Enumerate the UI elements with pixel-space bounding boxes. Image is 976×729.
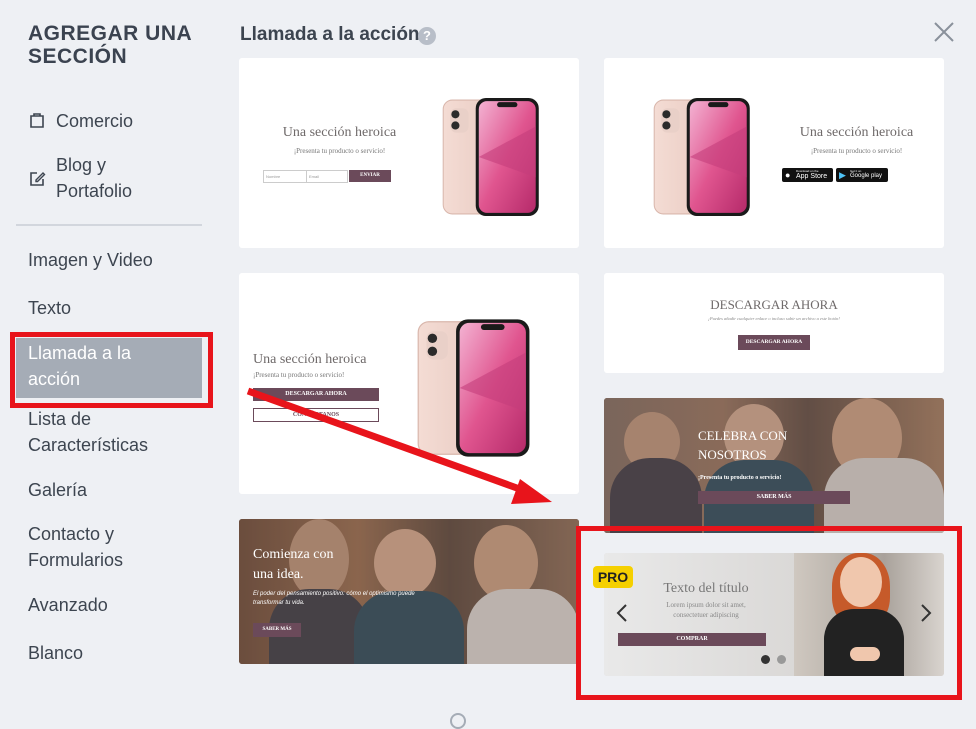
download-button: DESCARGAR AHORA [738,335,810,350]
sidebar-item-texto[interactable]: Texto [28,295,71,321]
template-card-hero-apps[interactable]: Una sección heroica ¡Presenta tu product… [604,58,944,248]
card-subtitle: ¡Presenta tu producto o servicio! [253,371,345,379]
contact-button: CONTÁCTANOS [253,408,379,422]
card-subtitle: ¡Presenta tu producto o servicio! [293,147,386,155]
scroll-indicator-icon[interactable] [450,713,466,729]
app-store-badge: ● Download on the App Store [782,168,833,182]
template-card-hero-buttons[interactable]: Una sección heroica ¡Presenta tu product… [239,273,579,494]
learn-more-button: SABER MÁS [253,623,301,637]
template-card-celebra[interactable]: CELEBRA CON NOSOTROS ¡Presenta tu produc… [604,398,944,533]
download-button: DESCARGAR AHORA [253,388,379,401]
close-icon[interactable] [932,20,956,44]
sidebar-item-blanco[interactable]: Blanco [28,640,83,666]
phone-image [417,318,531,458]
sidebar-item-label: Lista de Características [28,409,149,455]
badge-text: Google play [850,173,883,179]
sidebar-item-avanzado[interactable]: Avanzado [28,592,108,618]
edit-icon [30,172,46,186]
sidebar: AGREGAR UNA SECCIÓN Comercio Blog y Port… [0,0,220,720]
sidebar-item-label: Contacto y Formularios [28,524,124,570]
sidebar-item-label: Blanco [28,643,84,663]
sidebar-item-imagen-video[interactable]: Imagen y Video [28,247,153,273]
sidebar-item-comercio[interactable]: Comercio [28,108,133,134]
play-icon: ▶ [839,170,846,180]
badge-text: App Store [796,173,828,180]
sidebar-item-label: Comercio [56,111,134,131]
phone-image [442,97,540,217]
page-title: Llamada a la acción [240,24,420,45]
template-card-hero-form[interactable]: Una sección heroica ¡Presenta tu product… [239,58,579,248]
sidebar-item-caracteristicas[interactable]: Lista de Características [28,406,178,458]
highlight-box-sidebar [10,332,213,408]
sidebar-item-label: Galería [28,480,88,500]
email-field: Email [306,170,348,183]
apple-icon: ● [785,170,791,180]
sidebar-item-label: Blog y Portafolio [56,155,133,201]
card-subtitle: ¡Presenta tu producto o servicio! [698,475,782,481]
template-card-idea[interactable]: Comienza con una idea. El poder del pens… [239,519,579,664]
sidebar-item-blog[interactable]: Blog y Portafolio [28,152,186,204]
card-subtitle: ¡Presenta tu producto o servicio! [810,147,903,155]
card-title: DESCARGAR AHORA [710,297,838,312]
sidebar-item-galeria[interactable]: Galería [28,477,87,503]
card-subtitle: ¡Puedes añadir cualquier enlace o inclus… [708,316,840,321]
card-title: CELEBRA CON NOSOTROS [698,428,788,462]
people-photo [604,398,944,533]
card-title: Una sección heroica [282,125,397,140]
card-title: Comienza con una idea. [253,547,334,582]
sidebar-divider [16,224,202,226]
sidebar-item-contacto[interactable]: Contacto y Formularios [28,521,158,573]
card-title: Una sección heroica [253,352,367,367]
sidebar-item-label: Texto [28,298,72,318]
help-icon[interactable]: ? [418,27,436,45]
name-field: Nombre [263,170,307,183]
sidebar-item-label: Avanzado [28,595,108,615]
sidebar-item-label: Imagen y Video [28,250,153,270]
sidebar-title: AGREGAR UNA SECCIÓN [28,22,192,68]
phone-image [653,97,751,217]
highlight-box-card [576,526,962,700]
google-play-badge: ▶ Get it on Google play [836,168,888,182]
card-subtitle: El poder del pensamiento positivo: cómo … [253,591,415,606]
template-card-download[interactable]: DESCARGAR AHORA ¡Puedes añadir cualquier… [604,273,944,373]
send-button: ENVIAR [349,170,391,182]
shopping-bag-icon [30,113,44,128]
card-title: Una sección heroica [799,125,914,140]
learn-more-button: SABER MÁS [698,491,850,504]
